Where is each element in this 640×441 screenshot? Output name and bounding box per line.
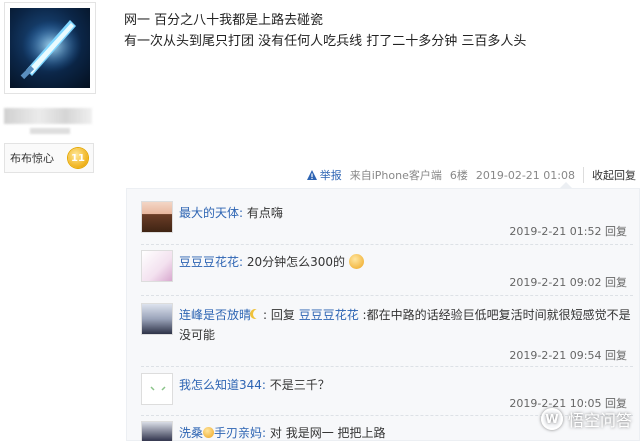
glowing-sword-icon bbox=[20, 20, 82, 80]
reply-item: 最大的天体: 有点嗨 2019-2-21 01:52 回复 bbox=[141, 201, 633, 241]
reply-username[interactable]: 最大的天体: bbox=[179, 206, 243, 220]
post-meta-bar: 举报 来自iPhone客户端 6楼 2019-02-21 01:08 收起回复 bbox=[300, 166, 636, 184]
reply-button[interactable]: 回复 bbox=[605, 276, 627, 289]
avatar-image bbox=[10, 8, 90, 88]
reply-username[interactable]: 连峰是否放晴 bbox=[179, 308, 251, 322]
collapse-replies-button[interactable]: 收起回复 bbox=[583, 167, 636, 183]
reply-text: 豆豆豆花花: 20分钟怎么300的 bbox=[179, 252, 633, 272]
reply-button[interactable]: 回复 bbox=[605, 225, 627, 238]
reply-avatar[interactable] bbox=[141, 421, 173, 441]
reply-button[interactable]: 回复 bbox=[605, 349, 627, 362]
post-content: 网一 百分之八十我都是上路去碰瓷 有一次从头到尾只打团 没有任何人吃兵线 打了二… bbox=[124, 10, 634, 52]
reply-content: 20分钟怎么300的 bbox=[246, 255, 346, 269]
reply-divider bbox=[141, 295, 633, 296]
warning-triangle-icon bbox=[306, 170, 317, 180]
reply-time: 2019-2-21 01:52 bbox=[509, 225, 602, 238]
author-extra-blurred bbox=[30, 128, 70, 134]
reply-prefix: : 回复 bbox=[263, 308, 299, 322]
reply-avatar[interactable] bbox=[141, 303, 173, 335]
author-avatar[interactable] bbox=[4, 2, 96, 94]
post-line: 网一 百分之八十我都是上路去碰瓷 bbox=[124, 13, 324, 28]
reply-username[interactable]: 我怎么知道344: bbox=[179, 378, 266, 392]
reply-meta: 2019-2-21 01:52 回复 bbox=[509, 223, 627, 239]
wukong-logo-icon: W bbox=[540, 408, 563, 430]
report-link[interactable]: 举报 bbox=[306, 167, 342, 183]
reply-meta: 2019-2-21 09:02 回复 bbox=[509, 274, 627, 290]
reply-item: 连峰是否放晴: 回复 豆豆豆花花 :都在中路的话经验巨低吧复活时间就很短感觉不是… bbox=[141, 303, 633, 363]
reply-username[interactable]: 豆豆豆花花: bbox=[179, 255, 243, 269]
post-source: 来自iPhone客户端 bbox=[349, 169, 442, 182]
reply-target-user[interactable]: 豆豆豆花花 bbox=[299, 308, 359, 322]
author-column: 布布惊心 11 bbox=[0, 0, 100, 441]
reply-username-suffix[interactable]: 手刃亲妈: bbox=[214, 426, 266, 440]
reply-time: 2019-2-21 09:54 bbox=[509, 349, 602, 362]
default-avatar-icon bbox=[150, 386, 166, 391]
report-label: 举报 bbox=[319, 169, 342, 182]
reply-avatar[interactable] bbox=[141, 373, 173, 405]
reply-text: 连峰是否放晴: 回复 豆豆豆花花 :都在中路的话经验巨低吧复活时间就很短感觉不是… bbox=[179, 305, 633, 345]
post-time: 2019-02-21 01:08 bbox=[475, 168, 575, 182]
reply-content: 不是三千？ bbox=[269, 378, 330, 392]
reply-divider bbox=[141, 244, 633, 245]
moon-icon bbox=[253, 309, 263, 319]
reply-text: 我怎么知道344: 不是三千？ bbox=[179, 375, 633, 395]
reply-content: 有点嗨 bbox=[246, 206, 283, 220]
smile-emoji-icon bbox=[348, 254, 364, 269]
reply-divider bbox=[141, 366, 633, 367]
fan-badge[interactable]: 布布惊心 11 bbox=[4, 143, 94, 173]
emoji-icon bbox=[203, 427, 215, 438]
reply-meta: 2019-2-21 09:54 回复 bbox=[509, 347, 627, 363]
reply-item: 豆豆豆花花: 20分钟怎么300的 2019-2-21 09:02 回复 bbox=[141, 250, 633, 290]
reply-text: 最大的天体: 有点嗨 bbox=[179, 203, 633, 223]
reply-avatar[interactable] bbox=[141, 201, 173, 233]
reply-time: 2019-2-21 09:02 bbox=[509, 276, 602, 289]
reply-username[interactable]: 洗桑 bbox=[179, 426, 203, 440]
fan-badge-label: 布布惊心 bbox=[10, 152, 54, 165]
watermark: W 悟空问答 bbox=[540, 407, 632, 431]
author-username-blurred bbox=[4, 108, 92, 124]
post-line: 有一次从头到尾只打团 没有任何人吃兵线 打了二十多分钟 三百多人头 bbox=[124, 34, 527, 49]
reply-list: 最大的天体: 有点嗨 2019-2-21 01:52 回复 豆豆豆花花: 20分… bbox=[126, 188, 640, 441]
reply-avatar[interactable] bbox=[141, 250, 173, 282]
post-floor: 6楼 bbox=[449, 169, 468, 182]
watermark-text: 悟空问答 bbox=[567, 411, 632, 430]
reply-content: 对 我是网一 把把上路 bbox=[266, 426, 386, 440]
level-badge: 11 bbox=[68, 148, 88, 168]
